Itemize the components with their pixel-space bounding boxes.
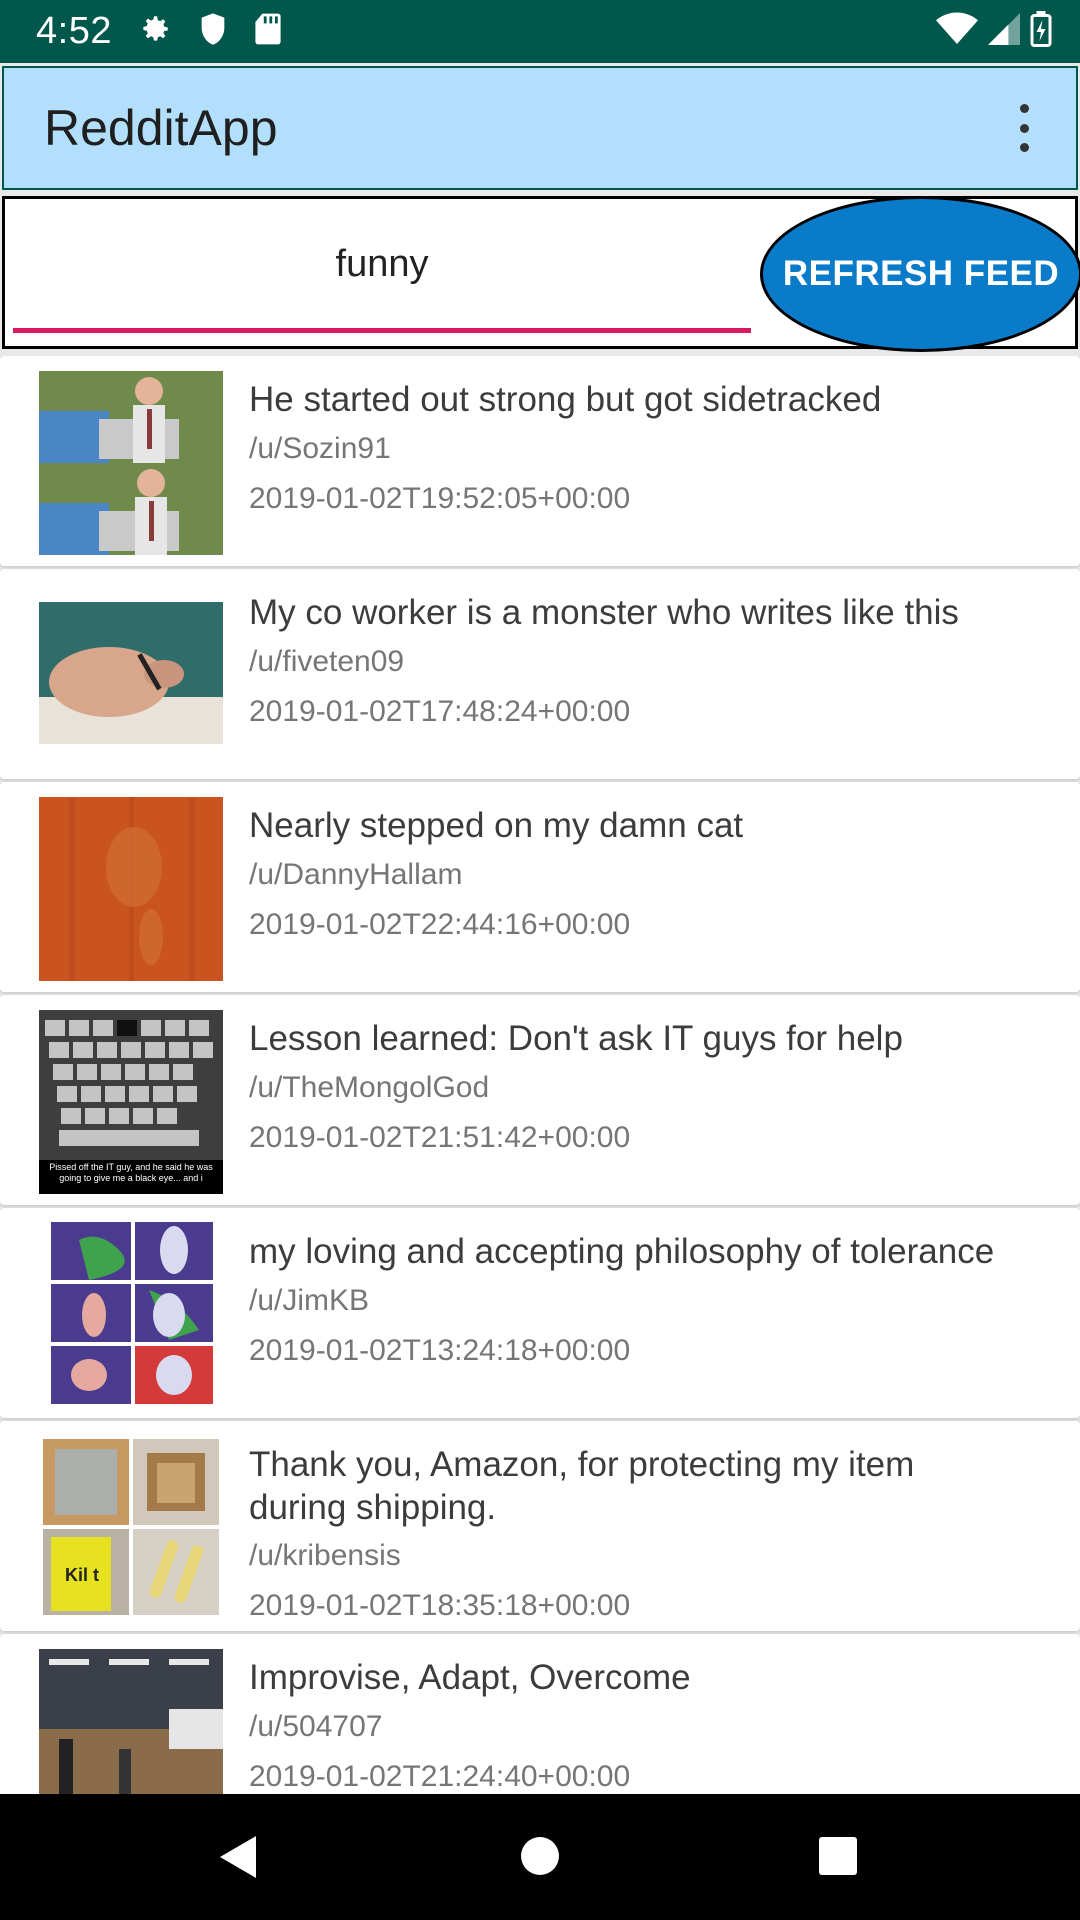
post-username[interactable]: /u/DannyHallam: [249, 858, 462, 892]
subreddit-search-row: funny REFRESH FEED: [2, 196, 1080, 352]
recents-icon[interactable]: [818, 1836, 858, 1881]
post-username[interactable]: /u/kribensis: [249, 1539, 401, 1573]
post-timestamp: 2019-01-02T22:44:16+00:00: [249, 908, 631, 941]
post-thumbnail: [39, 797, 223, 981]
post-title: Thank you, Amazon, for protecting my ite…: [249, 1445, 915, 1527]
post-title: Nearly stepped on my damn cat: [249, 806, 744, 845]
post-title: Lesson learned: Don't ask IT guys for he…: [249, 1019, 903, 1058]
post-timestamp: 2019-01-02T18:35:18+00:00: [249, 1589, 631, 1622]
post-card[interactable]: my loving and accepting philosophy of to…: [0, 1208, 1080, 1418]
home-icon[interactable]: [520, 1836, 560, 1881]
post-title: My co worker is a monster who writes lik…: [249, 593, 959, 632]
status-time: 4:52: [36, 10, 112, 52]
post-thumbnail: Kil t: [43, 1439, 219, 1615]
app-bar: RedditApp: [2, 66, 1078, 190]
post-username[interactable]: /u/504707: [249, 1710, 382, 1744]
post-card[interactable]: Improvise, Adapt, Overcome /u/504707 201…: [0, 1634, 1080, 1794]
subreddit-input[interactable]: funny: [13, 199, 751, 329]
post-card[interactable]: He started out strong but got sidetracke…: [0, 356, 1080, 566]
post-timestamp: 2019-01-02T13:24:18+00:00: [249, 1334, 631, 1367]
post-card[interactable]: Pissed off the IT guy, and he said he wa…: [0, 995, 1080, 1205]
post-thumbnail: [39, 602, 223, 744]
shield-icon: [198, 12, 228, 51]
status-bar: 4:52: [0, 0, 1080, 63]
battery-icon: [1030, 11, 1052, 52]
post-username[interactable]: /u/Sozin91: [249, 432, 391, 466]
post-title: Improvise, Adapt, Overcome: [249, 1658, 691, 1697]
navigation-bar: [0, 1794, 1080, 1920]
thumbnail-caption: Kil t: [65, 1565, 99, 1585]
settings-icon: [138, 12, 172, 51]
post-username[interactable]: /u/TheMongolGod: [249, 1071, 489, 1105]
post-timestamp: 2019-01-02T21:24:40+00:00: [249, 1760, 631, 1793]
back-icon[interactable]: [218, 1834, 258, 1885]
input-underline: [13, 328, 751, 333]
post-title: my loving and accepting philosophy of to…: [249, 1232, 995, 1271]
post-title: He started out strong but got sidetracke…: [249, 380, 882, 419]
post-card[interactable]: Kil t Thank you, Amazon, for protecting …: [0, 1421, 1080, 1631]
sd-card-icon: [254, 12, 282, 51]
post-card[interactable]: My co worker is a monster who writes lik…: [0, 569, 1080, 779]
signal-icon: [988, 12, 1020, 51]
refresh-feed-button[interactable]: REFRESH FEED: [760, 196, 1080, 352]
post-thumbnail: Pissed off the IT guy, and he said he wa…: [39, 1010, 223, 1194]
post-username[interactable]: /u/fiveten09: [249, 645, 404, 679]
wifi-icon: [936, 12, 978, 51]
post-timestamp: 2019-01-02T19:52:05+00:00: [249, 482, 631, 515]
post-thumbnail: [39, 371, 223, 555]
thumbnail-caption: Pissed off the IT guy, and he said he wa…: [49, 1162, 213, 1183]
post-timestamp: 2019-01-02T21:51:42+00:00: [249, 1121, 631, 1154]
overflow-menu-icon[interactable]: [1012, 98, 1036, 158]
post-card[interactable]: Nearly stepped on my damn cat /u/DannyHa…: [0, 782, 1080, 992]
post-thumbnail: [49, 1220, 215, 1406]
post-timestamp: 2019-01-02T17:48:24+00:00: [249, 695, 631, 728]
post-username[interactable]: /u/JimKB: [249, 1284, 369, 1318]
post-feed[interactable]: He started out strong but got sidetracke…: [0, 356, 1080, 1794]
post-thumbnail: [39, 1649, 223, 1794]
app-title: RedditApp: [44, 100, 278, 156]
